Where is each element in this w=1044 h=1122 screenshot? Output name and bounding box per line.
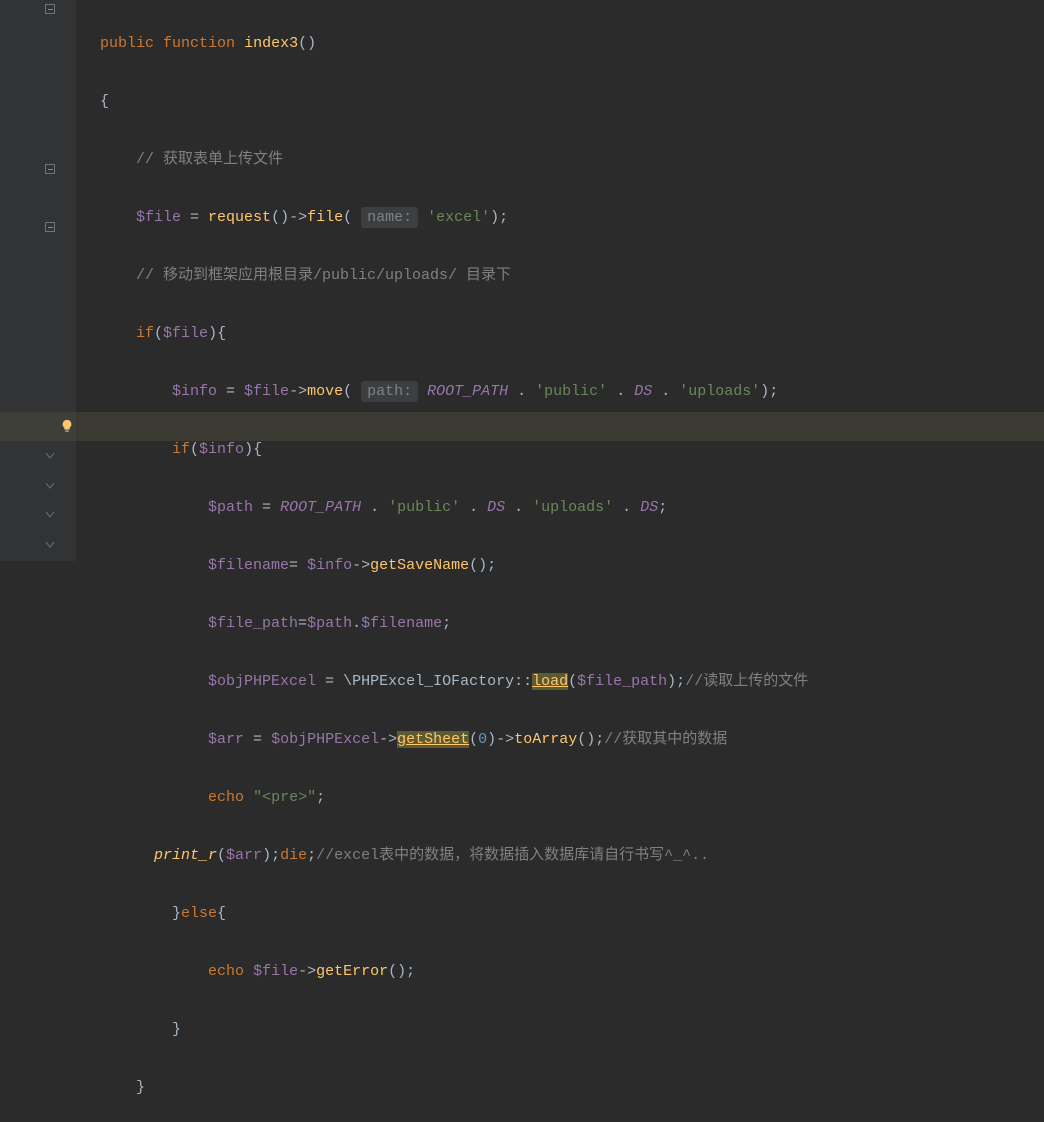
code-line: // 获取表单上传文件	[100, 145, 1044, 174]
code-editor[interactable]: public function index3() { // 获取表单上传文件 $…	[76, 0, 1044, 561]
code-line: $objPHPExcel = \PHPExcel_IOFactory::load…	[100, 667, 1044, 696]
gutter	[0, 0, 76, 561]
code-line: // 移动到框架应用根目录/public/uploads/ 目录下	[100, 261, 1044, 290]
code-line: print_r($arr);die;//excel表中的数据，将数据插入数据库请…	[100, 841, 1044, 870]
code-line: }	[100, 1015, 1044, 1044]
code-line: $arr = $objPHPExcel->getSheet(0)->toArra…	[100, 725, 1044, 754]
code-line: $path = ROOT_PATH . 'public' . DS . 'upl…	[100, 493, 1044, 522]
code-line: }	[100, 1073, 1044, 1102]
code-line: $file = request()->file( name: 'excel');	[100, 203, 1044, 232]
code-line: {	[100, 87, 1044, 116]
code-line: echo "<pre>";	[100, 783, 1044, 812]
param-hint: name:	[361, 207, 418, 228]
code-line: if($info){	[100, 435, 1044, 464]
code-line: if($file){	[100, 319, 1044, 348]
code-line: echo $file->getError();	[100, 957, 1044, 986]
param-hint: path:	[361, 381, 418, 402]
code-line: $info = $file->move( path: ROOT_PATH . '…	[100, 377, 1044, 406]
code-line: $filename= $info->getSaveName();	[100, 551, 1044, 580]
code-line: $file_path=$path.$filename;	[100, 609, 1044, 638]
code-line: }else{	[100, 899, 1044, 928]
code-line: public function index3()	[100, 29, 1044, 58]
